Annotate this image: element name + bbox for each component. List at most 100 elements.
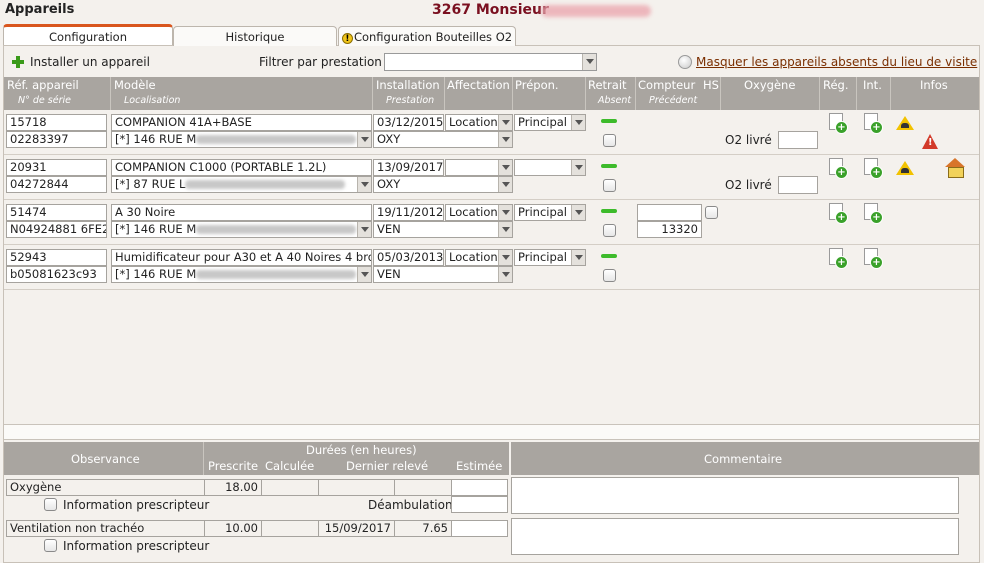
location-select[interactable]: [*] 87 RUE L (111, 176, 372, 193)
prepon-select[interactable] (514, 159, 586, 176)
affectation-value: Location (449, 115, 498, 129)
plus-icon[interactable] (12, 56, 24, 68)
affectation-select[interactable] (445, 159, 513, 176)
o2-livre-input[interactable] (778, 131, 818, 149)
tab-configuration[interactable]: Configuration (3, 24, 173, 45)
add-regulator-icon[interactable] (829, 158, 848, 179)
model-field[interactable]: COMPANION 41A+BASE (111, 114, 372, 131)
ref-field[interactable]: 20931 (6, 159, 107, 176)
col-installation: Installation (376, 78, 440, 92)
retrait-indicator[interactable] (601, 119, 617, 123)
alert-icon[interactable] (922, 134, 938, 149)
chevron-down-icon (498, 177, 512, 192)
tab-configuration-label: Configuration (49, 30, 127, 44)
info-prescripteur-checkbox[interactable] (44, 539, 57, 552)
col-precedent: Précédent (649, 95, 698, 106)
panel-splitter[interactable] (4, 424, 979, 440)
serial-field[interactable]: 02283397 (6, 131, 107, 148)
dernier-date: 15/09/2017 (318, 520, 395, 537)
chevron-down-icon (498, 115, 512, 130)
ref-field[interactable]: 52943 (6, 249, 107, 266)
col-calculee: Calculée (265, 459, 315, 473)
ref-field[interactable]: 51474 (6, 204, 107, 221)
model-field[interactable]: COMPANION C1000 (PORTABLE 1.2L) (111, 159, 372, 176)
absent-checkbox[interactable] (603, 224, 616, 237)
tab-configuration-bouteilles[interactable]: ! Configuration Bouteilles O2 (338, 26, 516, 46)
retrait-indicator[interactable] (601, 209, 617, 213)
o2-livre-input[interactable] (778, 176, 818, 194)
add-intervention-icon[interactable] (864, 248, 883, 269)
add-intervention-icon[interactable] (864, 203, 883, 224)
add-regulator-icon[interactable] (829, 113, 848, 134)
retrait-indicator[interactable] (601, 164, 617, 168)
prepon-select[interactable]: Principal (514, 249, 586, 266)
info-prescripteur-checkbox[interactable] (44, 498, 57, 511)
comment-title: Commentaire (704, 452, 783, 466)
location-select[interactable]: [*] 146 RUE M (111, 221, 372, 238)
serial-field[interactable]: N04924881 6FE2 (6, 221, 107, 238)
app-title: Appareils (5, 2, 75, 17)
installation-date-field[interactable]: 05/03/2013 (373, 249, 444, 266)
location-select[interactable]: [*] 146 RUE M (111, 266, 372, 283)
compteur-input[interactable] (637, 204, 702, 221)
observance-label: Ventilation non trachéo (6, 520, 205, 537)
worker-icon[interactable] (896, 161, 914, 175)
col-reg: Rég. (823, 78, 849, 92)
chevron-down-icon (498, 205, 512, 220)
col-infos: Infos (920, 78, 948, 92)
precedent-field: 13320 (637, 221, 702, 238)
prepon-value: Principal (518, 205, 568, 219)
ref-field[interactable]: 15718 (6, 114, 107, 131)
hide-absent-link[interactable]: Masquer les appareils absents du lieu de… (696, 55, 977, 69)
info-prescripteur-label: Information prescripteur (63, 539, 210, 553)
add-regulator-icon[interactable] (829, 248, 848, 269)
model-field[interactable]: Humidificateur pour A30 et A 40 Noires 4… (111, 249, 372, 266)
absent-checkbox[interactable] (603, 269, 616, 282)
model-field[interactable]: A 30 Noire (111, 204, 372, 221)
chevron-down-icon (498, 160, 512, 175)
prepon-select[interactable]: Principal (514, 204, 586, 221)
col-divider (372, 77, 373, 110)
prestation-select[interactable]: OXY (373, 176, 513, 193)
add-intervention-icon[interactable] (864, 158, 883, 179)
add-regulator-icon[interactable] (829, 203, 848, 224)
hide-absent-radio[interactable] (678, 55, 692, 69)
install-device-link[interactable]: Installer un appareil (30, 55, 150, 69)
col-estimee: Estimée (456, 459, 503, 473)
col-hs: HS (703, 78, 719, 92)
worker-icon[interactable] (896, 116, 914, 130)
serial-field[interactable]: b05081623c93 (6, 266, 107, 283)
affectation-select[interactable]: Location (445, 114, 513, 131)
add-intervention-icon[interactable] (864, 113, 883, 134)
filter-prestation-select[interactable] (384, 53, 597, 71)
location-select[interactable]: [*] 146 RUE M (111, 131, 372, 148)
serial-field[interactable]: 04272844 (6, 176, 107, 193)
col-absent: Absent (598, 95, 632, 106)
col-divider (890, 77, 891, 110)
affectation-select[interactable]: Location (445, 249, 513, 266)
affectation-select[interactable]: Location (445, 204, 513, 221)
installation-date-field[interactable]: 03/12/2015 (373, 114, 444, 131)
col-prestation: Prestation (386, 95, 435, 106)
comment-textarea[interactable] (511, 518, 959, 555)
retrait-indicator[interactable] (601, 254, 617, 258)
estimee-input[interactable] (451, 479, 508, 496)
absent-checkbox[interactable] (603, 134, 616, 147)
home-icon[interactable] (945, 158, 965, 178)
hs-checkbox[interactable] (705, 206, 718, 219)
comment-textarea[interactable] (511, 477, 959, 514)
location-value: [*] 146 RUE M (115, 267, 197, 281)
prestation-select[interactable]: OXY (373, 131, 513, 148)
address-redacted (196, 225, 357, 234)
installation-date-field[interactable]: 19/11/2012 (373, 204, 444, 221)
installation-date-field[interactable]: 13/09/2017 (373, 159, 444, 176)
deambulation-input[interactable] (451, 496, 508, 513)
absent-checkbox[interactable] (603, 179, 616, 192)
prestation-select[interactable]: VEN (373, 266, 513, 283)
prepon-select[interactable]: Principal (514, 114, 586, 131)
warning-icon: ! (341, 33, 353, 44)
estimee-input[interactable] (451, 520, 508, 537)
prestation-value: VEN (377, 222, 401, 236)
prestation-select[interactable]: VEN (373, 221, 513, 238)
tab-historique[interactable]: Historique (173, 26, 337, 46)
